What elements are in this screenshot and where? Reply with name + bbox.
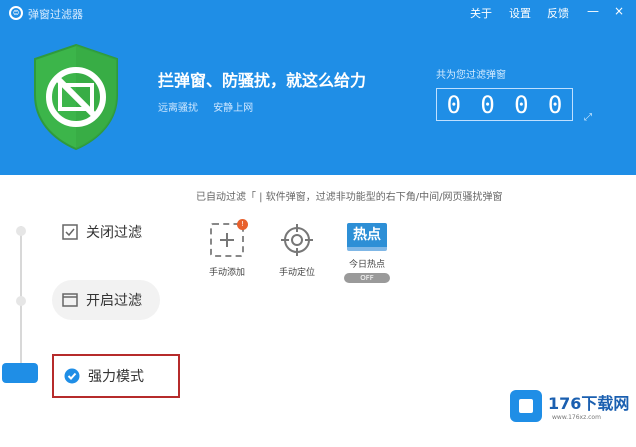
checkbox-icon xyxy=(62,224,78,240)
timeline-dot xyxy=(16,226,26,236)
info-line: 已自动过滤「 | 软件弹窗，过滤非功能型的右下角/中间/网页骚扰弹窗 xyxy=(196,192,503,203)
counter-label: 共为您过滤弹窗 xyxy=(436,70,506,81)
add-icon: ! xyxy=(210,219,248,257)
timeline-active-indicator xyxy=(2,363,38,383)
close-button[interactable]: × xyxy=(612,4,626,18)
watermark-logo-icon xyxy=(510,390,542,422)
about-link[interactable]: 关于 xyxy=(470,5,492,21)
mode-close-filter[interactable]: 关闭过滤 xyxy=(52,212,180,252)
feedback-link[interactable]: 反馈 xyxy=(547,5,569,21)
hot-news-icon: 热点 xyxy=(347,223,387,251)
app-logo-icon: ⊜ xyxy=(9,6,23,20)
hot-news-toggle[interactable]: OFF xyxy=(344,273,390,283)
title-bar: ⊜ 弹窗过滤器 关于 设置 反馈 — × xyxy=(0,0,636,24)
crosshair-icon xyxy=(280,223,314,257)
window-icon xyxy=(62,293,78,307)
counter-digit: 0 xyxy=(547,90,563,119)
tool-manual-add[interactable]: ! 手动添加 xyxy=(197,219,257,278)
tool-label: 今日热点 xyxy=(348,260,385,270)
watermark-url: www.176xz.com xyxy=(552,414,601,421)
tool-today-hot[interactable]: 热点 今日热点 OFF xyxy=(337,223,397,283)
tool-label: 手动添加 xyxy=(208,268,245,278)
check-circle-icon xyxy=(64,368,80,384)
mode-label: 强力模式 xyxy=(88,369,144,385)
site-watermark: 176下载网 www.176xz.com xyxy=(510,386,632,428)
blocked-counter: 0 0 0 0 xyxy=(436,88,573,121)
minimize-button[interactable]: — xyxy=(586,4,600,18)
expand-icon[interactable]: ⤢ xyxy=(584,112,592,123)
mode-label: 关闭过滤 xyxy=(86,225,142,241)
watermark-title: 176下载网 xyxy=(548,394,630,413)
tool-manual-locate[interactable]: 手动定位 xyxy=(267,223,327,278)
tool-label: 手动定位 xyxy=(278,268,315,278)
settings-link[interactable]: 设置 xyxy=(509,5,531,21)
hero-link-2: 安静上网 xyxy=(213,103,254,114)
counter-digit: 0 xyxy=(446,90,462,119)
shield-icon xyxy=(34,43,118,151)
notification-badge: ! xyxy=(237,219,248,230)
counter-digit: 0 xyxy=(514,90,529,119)
timeline-dot xyxy=(16,296,26,306)
hero-link-1: 远离骚扰 xyxy=(158,103,198,114)
mode-label: 开启过滤 xyxy=(86,293,142,309)
header-banner: ⊜ 弹窗过滤器 关于 设置 反馈 — × 拦弹窗、防骚扰，就这么给力 远离骚扰 … xyxy=(0,0,636,175)
hero-sublinks: 远离骚扰 安静上网 xyxy=(158,99,265,114)
hero-slogan: 拦弹窗、防骚扰，就这么给力 xyxy=(158,71,367,90)
mode-open-filter[interactable]: 开启过滤 xyxy=(52,280,160,320)
mode-strong[interactable]: 强力模式 xyxy=(52,354,180,398)
app-title: 弹窗过滤器 xyxy=(28,8,83,21)
counter-digit: 0 xyxy=(480,90,495,119)
